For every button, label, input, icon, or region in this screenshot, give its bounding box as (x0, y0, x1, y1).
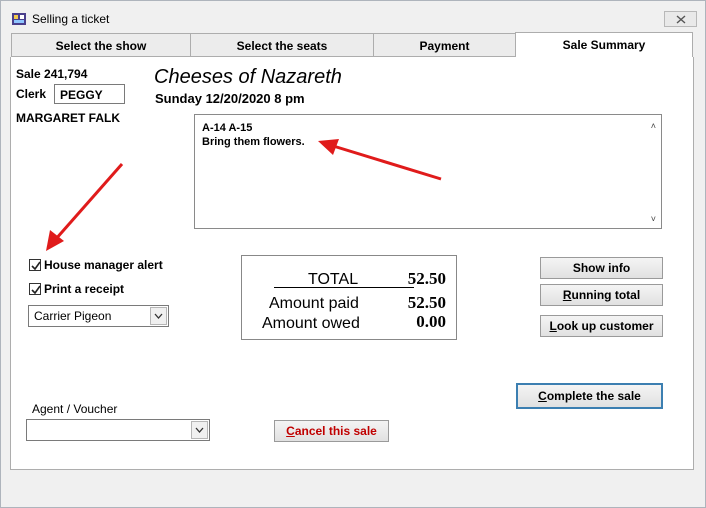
title-bar: Selling a ticket (1, 1, 705, 32)
look-up-customer-label: ook up customer (556, 319, 654, 333)
notes-textarea[interactable]: A-14 A-15 Bring them flowers. ˄ ˅ (194, 114, 662, 229)
running-total-button[interactable]: Running total (540, 284, 663, 306)
tab-strip: Select the show Select the seats Payment… (11, 32, 695, 59)
notes-scrollbar[interactable]: ˄ ˅ (644, 115, 661, 228)
agent-voucher-select[interactable] (26, 419, 210, 441)
cancel-sale-label: ancel this sale (294, 424, 377, 438)
total-value: 52.50 (407, 269, 446, 288)
total-underline (274, 287, 414, 288)
amount-paid-value: 52.50 (407, 293, 446, 312)
running-total-accel: R (562, 288, 572, 302)
tab-sale-summary[interactable]: Sale Summary (515, 32, 693, 59)
complete-sale-button[interactable]: Complete the sale (516, 383, 663, 409)
house-manager-alert-label: House manager alert (44, 258, 163, 272)
look-up-customer-accel: L (549, 319, 557, 333)
look-up-customer-button[interactable]: Look up customer (540, 315, 663, 337)
totals-box: TOTAL 52.50 Amount paid 52.50 Amount owe… (241, 255, 457, 340)
show-info-button[interactable]: Show info (540, 257, 663, 279)
cancel-sale-accel: C (286, 424, 295, 438)
sale-number: Sale 241,794 (16, 67, 88, 81)
chevron-down-icon[interactable] (150, 307, 167, 325)
complete-sale-label: omplete the sale (546, 389, 641, 403)
print-receipt-label: Print a receipt (44, 282, 125, 296)
amount-owed-value: 0.00 (416, 312, 446, 331)
show-title: Cheeses of Nazareth (154, 66, 342, 88)
customer-name: MARGARET FALK (16, 111, 120, 125)
clerk-field: PEGGY (54, 84, 125, 104)
scroll-down-icon[interactable]: ˅ (651, 214, 656, 224)
cancel-sale-button[interactable]: Cancel this sale (274, 420, 389, 442)
tab-select-show[interactable]: Select the show (11, 33, 191, 57)
checkmark-icon (31, 285, 41, 295)
show-datetime: Sunday 12/20/2020 8 pm (155, 91, 305, 106)
notes-text: A-14 A-15 Bring them flowers. (202, 122, 305, 148)
window-title: Selling a ticket (32, 12, 110, 26)
amount-paid-label: Amount paid (269, 295, 359, 312)
checkmark-icon (31, 261, 41, 271)
close-icon (676, 14, 685, 24)
complete-sale-accel: C (538, 389, 547, 403)
close-button[interactable] (664, 11, 697, 27)
running-total-label: unning total (571, 288, 641, 302)
delivery-method-select[interactable]: Carrier Pigeon (28, 305, 169, 327)
amount-owed-label: Amount owed (262, 315, 360, 332)
tab-select-seats[interactable]: Select the seats (190, 33, 374, 57)
app-icon (11, 11, 27, 27)
scroll-up-icon[interactable]: ˄ (651, 121, 656, 131)
agent-voucher-label: Agent / Voucher (32, 402, 118, 416)
house-manager-alert-checkbox[interactable] (29, 259, 41, 271)
tab-payment[interactable]: Payment (373, 33, 516, 57)
clerk-label: Clerk (16, 87, 47, 101)
delivery-method-value: Carrier Pigeon (34, 309, 112, 323)
print-receipt-checkbox[interactable] (29, 283, 41, 295)
chevron-down-icon[interactable] (191, 421, 208, 439)
